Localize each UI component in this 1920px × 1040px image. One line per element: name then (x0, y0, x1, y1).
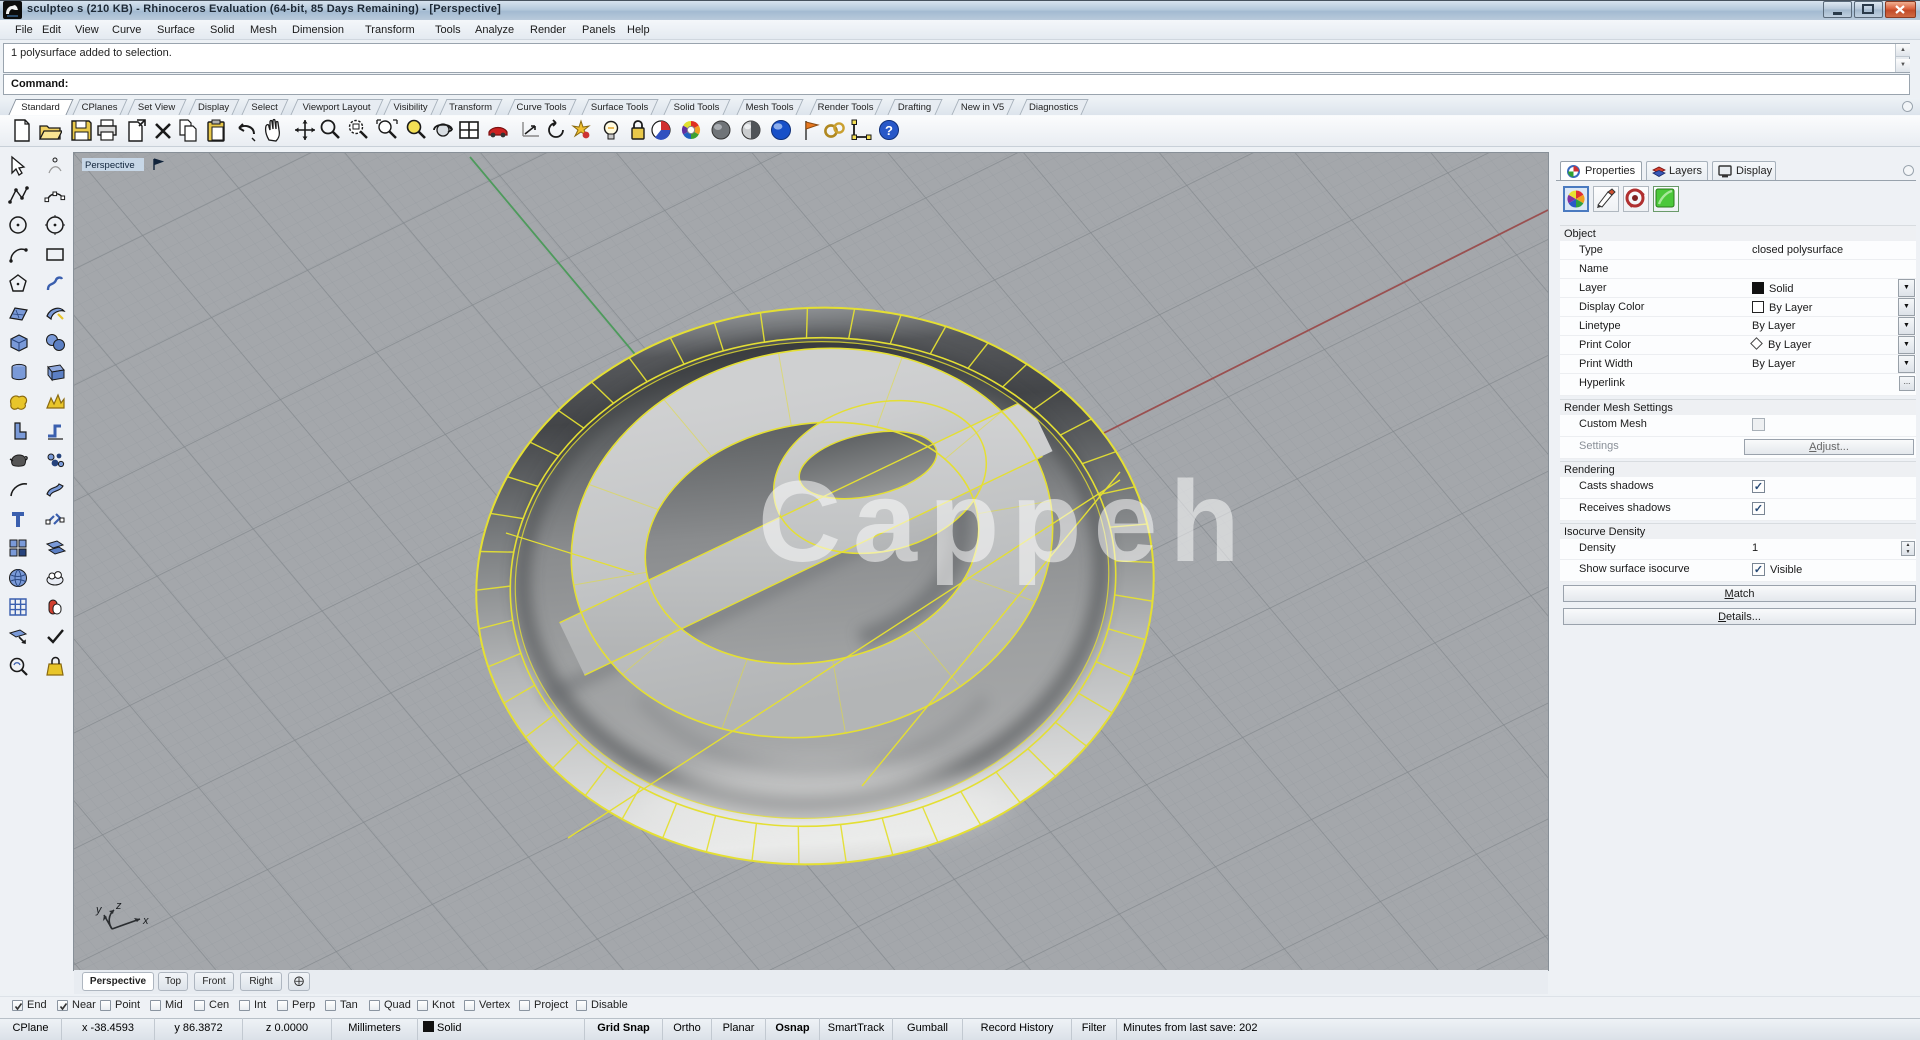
svg-text:z: z (115, 900, 122, 912)
svg-text:x: x (142, 915, 149, 927)
svg-text:Cappeh: Cappeh (758, 458, 1252, 586)
svg-text:?: ? (885, 123, 893, 138)
svg-text:Perspective: Perspective (85, 160, 135, 171)
